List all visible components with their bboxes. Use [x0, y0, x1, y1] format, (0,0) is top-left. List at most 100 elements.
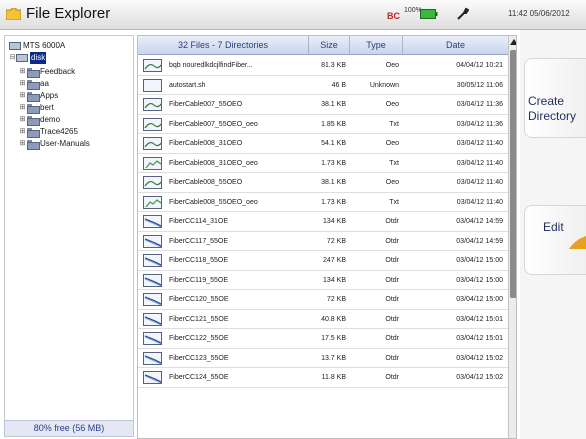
- folder-icon: [27, 140, 40, 150]
- text-file-icon: [143, 195, 162, 209]
- file-name: FiberCC117_55OE: [169, 237, 229, 245]
- file-row[interactable]: FiberCC117_55OE 72 KB Otdr 03/04/12 14:59: [138, 232, 508, 251]
- file-size: 40.8 KB: [321, 315, 346, 323]
- status-badge: BC: [387, 11, 400, 21]
- otdr-trace-icon: [143, 254, 162, 267]
- folder-label: Trace4265: [40, 127, 78, 136]
- otdr-trace-icon: [143, 371, 162, 384]
- file-row[interactable]: FiberCable007_55OEO 38.1 KB Oeo 03/04/12 11…: [138, 95, 508, 115]
- file-size: 13.7 KB: [321, 354, 346, 362]
- column-header-name[interactable]: 32 Files - 7 Directories: [138, 36, 309, 54]
- file-row[interactable]: FiberCable007_55OEO_oeo 1.85 KB Txt 03/04/1…: [138, 115, 508, 134]
- file-row[interactable]: FiberCC124_55OE 11.8 KB Otdr 03/04/12 15:02: [138, 368, 508, 388]
- edit-button[interactable]: Edit: [524, 205, 586, 275]
- expand-icon[interactable]: ⊞: [19, 102, 26, 114]
- column-header-date[interactable]: Date: [403, 36, 508, 54]
- column-header-type[interactable]: Type: [350, 36, 403, 54]
- blank-file-icon: [143, 78, 162, 92]
- file-size: 72 KB: [326, 296, 346, 303]
- file-name: FiberCable008_55OEO_oeo: [169, 198, 258, 206]
- file-row[interactable]: FiberCC114_31OE 134 KB Otdr 03/04/12 14:59: [138, 212, 508, 232]
- file-row[interactable]: FiberCable008_31OEO_oeo 1.73 KB Txt 03/04/1…: [138, 154, 508, 173]
- file-name: FiberCC114_31OE: [169, 218, 229, 225]
- tree-root[interactable]: MTS 6000A: [9, 40, 65, 52]
- file-name: FiberCC124_55OE: [169, 374, 229, 381]
- free-space-status: 80% free (56 MB): [4, 420, 134, 437]
- tree-item-folder[interactable]: ⊞ Apps: [19, 90, 58, 102]
- file-date: 30/05/12 11:06: [456, 81, 503, 89]
- expand-icon[interactable]: ⊞: [19, 138, 26, 150]
- fiber-trace-icon: [143, 59, 162, 72]
- create-directory-button[interactable]: Create Directory: [524, 58, 586, 138]
- file-size: 72 KB: [326, 237, 346, 245]
- window-title: File Explorer: [26, 5, 111, 22]
- file-row[interactable]: bqb nouredlkdcjlfindFiber... 81.3 KB Oeo 04…: [138, 56, 508, 76]
- file-type: Otdr: [385, 296, 399, 303]
- file-row[interactable]: FiberCable008_31OEO 54.1 KB Oeo 03/04/12 11…: [138, 134, 508, 154]
- file-date: 03/04/12 11:36: [456, 120, 503, 128]
- softkey-panel: Create Directory Edit: [520, 30, 586, 439]
- expand-icon[interactable]: ⊞: [19, 78, 26, 90]
- file-name: FiberCC119_55OE: [169, 276, 229, 284]
- folder-label: bert: [40, 103, 54, 112]
- file-type: Otdr: [385, 257, 399, 264]
- collapse-icon[interactable]: ⊟: [9, 52, 16, 64]
- folder-icon: [27, 80, 40, 90]
- file-row[interactable]: FiberCC123_55OE 13.7 KB Otdr 03/04/12 15:02: [138, 349, 508, 368]
- expand-icon[interactable]: ⊞: [19, 66, 26, 78]
- file-row[interactable]: FiberCable008_55OEO 38.1 KB Oeo 03/04/12 11…: [138, 173, 508, 193]
- file-size: 1.73 KB: [321, 198, 346, 206]
- file-name: FiberCable007_55OEO_oeo: [169, 120, 258, 128]
- file-type: Oeo: [385, 62, 399, 69]
- file-date: 03/04/12 11:40: [456, 179, 503, 186]
- file-size: 1.85 KB: [321, 120, 346, 128]
- file-name: FiberCable008_55OEO: [169, 179, 243, 186]
- tree-item-folder[interactable]: ⊞ Trace4265: [19, 126, 78, 138]
- file-row[interactable]: FiberCC122_55OE 17.5 KB Otdr 03/04/12 15:01: [138, 329, 508, 349]
- file-name: FiberCC123_55OE: [169, 354, 229, 362]
- expand-icon[interactable]: ⊞: [19, 114, 26, 126]
- folder-label: Apps: [40, 91, 59, 100]
- wrench-icon[interactable]: [456, 7, 469, 20]
- expand-icon[interactable]: ⊞: [19, 126, 26, 138]
- folder-icon: [27, 116, 40, 126]
- expand-icon[interactable]: ⊞: [19, 90, 26, 102]
- edit-label: Edit: [543, 220, 564, 234]
- file-date: 03/04/12 11:40: [456, 159, 503, 167]
- otdr-trace-icon: [143, 273, 162, 287]
- file-row[interactable]: FiberCable008_55OEO_oeo 1.73 KB Txt 03/04/1…: [138, 193, 508, 212]
- tree-item-folder[interactable]: ⊞ aa: [19, 78, 49, 90]
- file-name: autostart.sh: [169, 81, 206, 89]
- file-type: Otdr: [385, 315, 399, 323]
- file-date: 03/04/12 15:02: [456, 374, 503, 381]
- file-row[interactable]: FiberCC121_55OE 40.8 KB Otdr 03/04/12 15:01: [138, 310, 508, 329]
- fiber-trace-icon: [143, 176, 162, 189]
- folder-tree[interactable]: MTS 6000A ⊟ disk ⊞ Feedback ⊞ aa ⊞ Apps …: [4, 35, 134, 437]
- scroll-thumb[interactable]: [510, 50, 516, 298]
- tree-item-folder[interactable]: ⊞ Feedback: [19, 66, 75, 78]
- file-row[interactable]: FiberCC118_55OE 247 KB Otdr 03/04/12 15:00: [138, 251, 508, 271]
- tree-item-folder[interactable]: ⊞ demo: [19, 114, 60, 126]
- tree-item-folder[interactable]: ⊞ bert: [19, 102, 54, 114]
- column-header-size[interactable]: Size: [309, 36, 350, 54]
- file-type: Otdr: [385, 237, 399, 245]
- scroll-up-icon[interactable]: [510, 39, 516, 45]
- file-size: 1.73 KB: [321, 159, 346, 167]
- battery-icon: [420, 9, 438, 19]
- file-type: Otdr: [385, 218, 399, 225]
- tree-item-folder[interactable]: ⊞ User-Manuals: [19, 138, 90, 150]
- otdr-trace-icon: [143, 293, 162, 306]
- file-row[interactable]: FiberCC119_55OE 134 KB Otdr 03/04/12 15:00: [138, 271, 508, 290]
- file-row[interactable]: FiberCC120_55OE 72 KB Otdr 03/04/12 15:00: [138, 290, 508, 310]
- file-size: 38.1 KB: [321, 101, 346, 108]
- vertical-scrollbar[interactable]: [508, 36, 516, 438]
- file-row[interactable]: autostart.sh 46 B Unknown 30/05/12 11:06: [138, 76, 508, 95]
- file-size: 134 KB: [323, 218, 346, 225]
- file-list[interactable]: 32 Files - 7 Directories Size Type Date …: [137, 35, 517, 439]
- file-type: Oeo: [385, 140, 399, 147]
- file-name: FiberCC118_55OE: [169, 257, 229, 264]
- fiber-trace-icon: [143, 117, 162, 131]
- tree-item-disk[interactable]: ⊟ disk: [9, 52, 47, 64]
- clock: 11:42 05/06/2012: [508, 9, 570, 18]
- file-name: bqb nouredlkdcjlfindFiber...: [169, 62, 253, 69]
